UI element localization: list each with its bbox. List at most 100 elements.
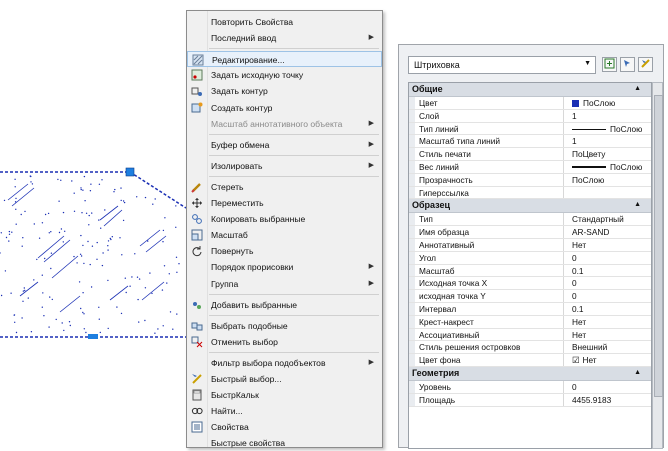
property-value[interactable]: Нет	[572, 330, 586, 340]
toggle-pickadd-icon[interactable]	[602, 57, 617, 72]
menu-item[interactable]: Буфер обмена ▶	[187, 137, 382, 153]
grip-bottom[interactable]	[88, 334, 98, 339]
hatch-drawing[interactable]	[0, 0, 186, 448]
menu-item[interactable]: Создать контур	[187, 100, 382, 116]
property-value[interactable]: ПоСлою	[572, 175, 604, 185]
menu-item[interactable]: Изолировать ▶	[187, 158, 382, 174]
menu-item[interactable]: Стереть	[187, 179, 382, 195]
collapse-icon[interactable]: ▲	[634, 369, 641, 376]
property-row[interactable]: Площадь 4455.9183	[409, 393, 651, 407]
boundary-icon	[191, 85, 203, 97]
checkbox-icon[interactable]: ☑	[572, 355, 579, 365]
property-value[interactable]: ПоЦвету	[572, 149, 605, 159]
property-value[interactable]: 0.1	[572, 304, 584, 314]
menu-item[interactable]: Порядок прорисовки ▶	[187, 259, 382, 275]
menu-item[interactable]: Повернуть	[187, 243, 382, 259]
object-type-dropdown[interactable]: Штриховка ▼	[408, 56, 596, 74]
menu-item[interactable]: Повторить Свойства	[187, 14, 382, 30]
category-header[interactable]: Геометрия ▲	[409, 367, 651, 381]
property-row[interactable]: Стиль печати ПоЦвету	[409, 148, 651, 161]
property-row[interactable]: Имя образца AR-SAND	[409, 226, 651, 239]
property-value[interactable]: 1	[572, 111, 577, 121]
property-row[interactable]: Прозрачность ПоСлою	[409, 173, 651, 187]
property-value[interactable]: ☑ Нет	[572, 355, 597, 365]
menu-item[interactable]: Фильтр выбора подобъектов ▶	[187, 355, 382, 371]
category-header[interactable]: Общие ▲	[409, 83, 651, 97]
property-value[interactable]: 0	[572, 253, 577, 263]
menu-item[interactable]: Добавить выбранные	[187, 297, 382, 313]
property-value[interactable]: 0	[572, 291, 577, 301]
property-value[interactable]: 4455.9183	[572, 395, 611, 405]
hatch-dot	[73, 210, 76, 212]
menu-item[interactable]: Быстрые свойства	[187, 435, 382, 451]
property-row[interactable]: Гиперссылка	[409, 186, 651, 200]
menu-item-label: Буфер обмена	[211, 139, 270, 150]
property-value[interactable]: ПоСлою	[572, 98, 615, 108]
property-row[interactable]: Вес линий ПоСлою	[409, 161, 651, 174]
property-row[interactable]: Масштаб 0.1	[409, 264, 651, 278]
palette-scrollbar[interactable]	[652, 82, 663, 449]
property-row[interactable]: Стиль решения островков Внешний	[409, 341, 651, 355]
property-value[interactable]: 0.1	[572, 266, 584, 276]
hatch-dot	[120, 312, 123, 315]
scrollbar-thumb[interactable]	[654, 95, 663, 397]
menu-item[interactable]: Копировать выбранные	[187, 211, 382, 227]
collapse-icon[interactable]: ▲	[634, 85, 641, 92]
property-value-text: Нет	[582, 355, 597, 366]
menu-item[interactable]: Выбрать подобные	[187, 318, 382, 334]
hatch-dot	[102, 252, 104, 254]
property-value[interactable]: 0	[572, 278, 577, 288]
select-objects-icon[interactable]	[620, 57, 635, 72]
property-row[interactable]: Масштаб типа линий 1	[409, 135, 651, 149]
column-divider	[563, 303, 564, 315]
property-row[interactable]: Ассоциативный Нет	[409, 328, 651, 342]
menu-item[interactable]: Последний ввод ▶	[187, 30, 382, 46]
property-row[interactable]: Крест-накрест Нет	[409, 315, 651, 329]
menu-item-label: Переместить	[211, 198, 264, 208]
menu-item[interactable]: Задать исходную точку	[187, 67, 382, 83]
property-row[interactable]: Аннотативный Нет	[409, 239, 651, 252]
hatch-dot	[107, 249, 109, 251]
property-row[interactable]: Цвет ПоСлою	[409, 97, 651, 110]
property-value[interactable]: AR-SAND	[572, 227, 609, 237]
property-row[interactable]: Цвет фона ☑ Нет	[409, 354, 651, 367]
property-value[interactable]: Нет	[572, 240, 586, 250]
hatch-dot	[129, 285, 131, 287]
menu-item[interactable]: Редактирование...	[187, 51, 382, 68]
property-row[interactable]: Слой 1	[409, 109, 651, 123]
hatch-dot	[121, 254, 123, 256]
grip-corner[interactable]	[125, 167, 135, 177]
property-row[interactable]: Угол 0	[409, 251, 651, 265]
property-value[interactable]: Внешний	[572, 342, 607, 352]
property-value[interactable]: 0	[572, 382, 577, 392]
menu-item[interactable]: Отменить выбор	[187, 334, 382, 350]
property-row[interactable]: исходная точка Y 0	[409, 290, 651, 303]
menu-item[interactable]: Задать контур	[187, 83, 382, 99]
category-title: Общие	[412, 84, 443, 94]
submenu-arrow-icon: ▶	[368, 358, 374, 366]
hatch-dot	[61, 322, 63, 324]
property-row[interactable]: Тип Стандартный	[409, 213, 651, 227]
menu-item[interactable]: Переместить	[187, 195, 382, 211]
property-name: Тип	[419, 214, 433, 225]
menu-item-label: Группа	[211, 278, 239, 289]
property-value[interactable]: Стандартный	[572, 214, 624, 224]
property-row[interactable]: Исходная точка X 0	[409, 277, 651, 291]
menu-item[interactable]: Быстрый выбор...	[187, 371, 382, 387]
menu-item[interactable]: Найти...	[187, 403, 382, 419]
category-header[interactable]: Образец ▲	[409, 199, 651, 214]
property-value[interactable]: ПоСлою	[572, 124, 642, 134]
property-row[interactable]: Уровень 0	[409, 381, 651, 394]
quick-select-button-icon[interactable]	[638, 57, 653, 72]
collapse-icon[interactable]: ▲	[634, 201, 641, 208]
property-row[interactable]: Интервал 0.1	[409, 303, 651, 316]
property-value[interactable]: Нет	[572, 317, 586, 327]
property-value[interactable]: ПоСлою	[572, 162, 642, 172]
menu-item[interactable]: Масштаб	[187, 227, 382, 243]
menu-item[interactable]: Группа ▶	[187, 276, 382, 292]
property-value[interactable]: 1	[572, 136, 577, 146]
property-row[interactable]: Тип линий ПоСлою	[409, 122, 651, 136]
menu-item[interactable]: БыстрКальк	[187, 387, 382, 403]
select-similar-icon	[191, 320, 203, 332]
menu-item[interactable]: Свойства	[187, 419, 382, 435]
